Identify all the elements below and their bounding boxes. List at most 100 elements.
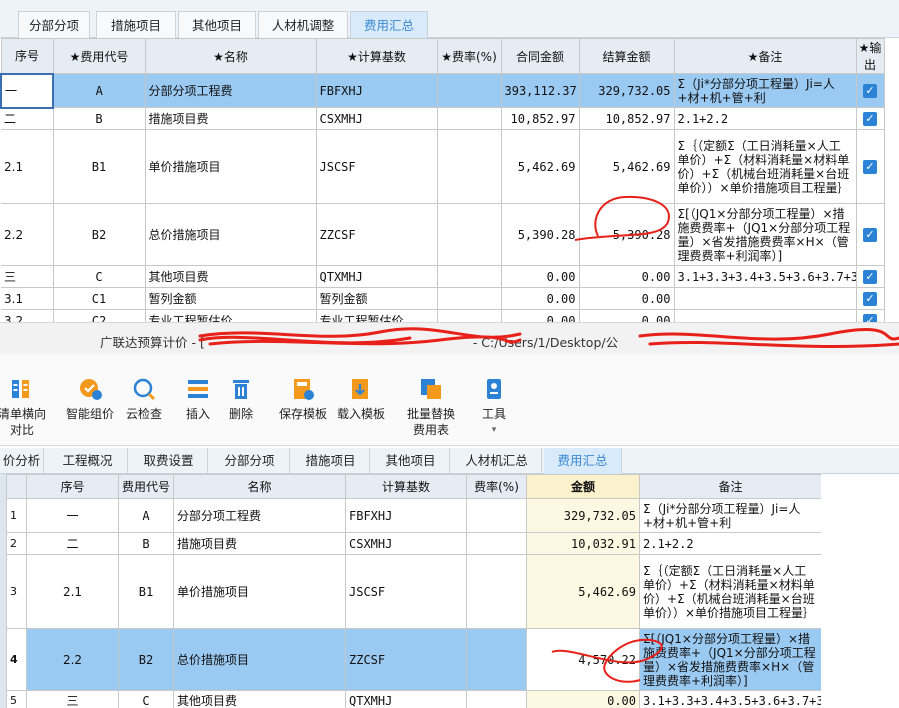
tab-rencaiji-summary[interactable]: 人材机汇总 [452,448,542,474]
cell-base[interactable]: QTXMHJ [345,690,467,708]
cell-rate[interactable] [436,203,502,266]
cell-base[interactable]: FBFXHJ [345,498,467,533]
cell-seq[interactable]: 3.1 [1,287,54,310]
cell-rate[interactable] [466,628,527,691]
cell-name[interactable]: 分部分项工程费 [144,73,317,108]
cell-rate[interactable] [436,129,502,204]
output-checkbox[interactable]: ✓ [863,84,877,98]
cell-code[interactable]: B1 [118,554,174,629]
row-number[interactable]: 1 [6,498,27,533]
output-checkbox[interactable]: ✓ [863,112,877,126]
cloud-check-button[interactable]: 云检查 [122,376,166,422]
cell-output[interactable]: ✓ [855,203,885,266]
cell-output[interactable]: ✓ [855,73,885,108]
tab-cuoshi[interactable]: 措施项目 [292,448,370,474]
col-rate[interactable]: 费率(%) [466,474,527,499]
cell-note[interactable]: Σ[（JQ1×分部分项工程量）×措施费费率+（JQ1×分部分项工程量）×省发措施… [639,628,822,691]
cell-seq[interactable]: 2.1 [1,129,54,204]
cell-note[interactable]: 2.1+2.2 [673,107,857,130]
cell-name[interactable]: 措施项目费 [144,107,317,130]
output-checkbox[interactable]: ✓ [863,160,877,174]
table-row[interactable]: 3.1 C1 暂列金额 暂列金额 0.00 0.00 ✓ [1,287,885,310]
cell-base[interactable]: ZZCSF [345,628,467,691]
cell-output[interactable]: ✓ [855,129,885,204]
cell-name[interactable]: 暂列金额 [144,287,317,310]
cell-seq[interactable]: 2.1 [26,554,119,629]
cell-code[interactable]: C [118,690,174,708]
cell-rate[interactable] [466,498,527,533]
cell-output[interactable]: ✓ [855,107,885,130]
cell-rate[interactable] [436,107,502,130]
cell-output[interactable]: ✓ [855,265,885,288]
cell-code[interactable]: A [118,498,174,533]
cell-seq[interactable]: 二 [26,532,119,555]
table-row[interactable]: 3 2.1 B1 单价措施项目 JSCSF 5,462.69 Σ｛（定额Σ（工日… [6,554,822,629]
tab-qita[interactable]: 其他项目 [372,448,450,474]
cell-code[interactable]: B [52,107,146,130]
table-row[interactable]: 2 二 B 措施项目费 CSXMHJ 10,032.91 2.1+2.2 [6,532,822,555]
cell-code[interactable]: B [118,532,174,555]
table-row[interactable]: 二 B 措施项目费 CSXMHJ 10,852.97 10,852.97 2.1… [1,107,885,130]
tools-button[interactable]: 工具 ▾ [474,376,514,438]
cell-seq[interactable]: 二 [1,107,54,130]
tools-dropdown-caret[interactable]: ▾ [474,422,514,438]
cell-base[interactable]: FBFXHJ [315,73,438,108]
cell-base[interactable]: JSCSF [315,129,438,204]
top-tab-rencaiji[interactable]: 人材机调整 [258,11,348,38]
tab-fenbu[interactable]: 分部分项 [210,448,290,474]
cell-output[interactable]: ✓ [855,287,885,310]
cell-note[interactable]: 3.1+3.3+3.4+3.5+3.6+3.7+3.8 [673,265,857,288]
cell-name[interactable]: 单价措施项目 [144,129,317,204]
cell-base[interactable]: CSXMHJ [345,532,467,555]
col-note[interactable]: ★备注 [673,38,857,74]
table-row[interactable]: 5 三 C 其他项目费 QTXMHJ 0.00 3.1+3.3+3.4+3.5+… [6,690,822,708]
cell-rate[interactable] [436,265,502,288]
output-checkbox[interactable]: ✓ [863,228,877,242]
table-row[interactable]: 三 C 其他项目费 QTXMHJ 0.00 0.00 3.1+3.3+3.4+3… [1,265,885,288]
row-number[interactable]: 2 [6,532,27,555]
col-code[interactable]: ★费用代号 [52,38,146,74]
col-name[interactable]: 名称 [173,474,346,499]
output-checkbox[interactable]: ✓ [863,270,877,284]
col-seq[interactable]: 序号 [0,38,54,74]
cell-note[interactable]: Σ｛（定额Σ（工日消耗量×人工单价）+Σ（材料消耗量×材料单价）+Σ（机械台班消… [639,554,822,629]
cell-seq[interactable]: 三 [1,265,54,288]
cell-rate[interactable] [466,532,527,555]
cell-rate[interactable] [436,73,502,108]
cell-note[interactable]: Σ｛（定额Σ（工日消耗量×人工单价）+Σ（材料消耗量×材料单价）+Σ（机械台班消… [673,129,857,204]
cell-rate[interactable] [436,287,502,310]
load-template-button[interactable]: 载入模板 [334,376,388,422]
col-settle[interactable]: 结算金额 [578,38,675,74]
cell-rate[interactable] [466,690,527,708]
col-contract[interactable]: 合同金额 [500,38,580,74]
cell-base[interactable]: QTXMHJ [315,265,438,288]
col-note[interactable]: 备注 [639,474,822,499]
table-row[interactable]: 2.1 B1 单价措施项目 JSCSF 5,462.69 5,462.69 Σ｛… [1,129,885,204]
col-amount[interactable]: 金额 [526,474,640,499]
cell-rate[interactable] [466,554,527,629]
col-base[interactable]: 计算基数 [345,474,467,499]
cell-seq[interactable]: 三 [26,690,119,708]
cell-base[interactable]: ZZCSF [315,203,438,266]
cell-name[interactable]: 总价措施项目 [144,203,317,266]
col-base[interactable]: ★计算基数 [315,38,438,74]
tab-price-analysis[interactable]: 价分析 [0,448,44,474]
cell-code[interactable]: A [52,73,146,108]
col-name[interactable]: ★名称 [144,38,317,74]
cell-name[interactable]: 其他项目费 [173,690,346,708]
top-tab-qita[interactable]: 其他项目 [178,11,256,38]
cell-seq[interactable]: 一 [26,498,119,533]
insert-button[interactable]: 插入 [180,376,216,422]
cell-name[interactable]: 总价措施项目 [173,628,346,691]
cell-name[interactable]: 其他项目费 [144,265,317,288]
cell-note[interactable]: 2.1+2.2 [639,532,822,555]
tab-fee-settings[interactable]: 取费设置 [130,448,208,474]
cell-seq[interactable]: 2.2 [26,628,119,691]
cell-seq[interactable]: 2.2 [1,203,54,266]
col-rate[interactable]: ★费率(%) [436,38,502,74]
save-template-button[interactable]: 保存模板 [276,376,330,422]
row-number[interactable]: 4 [6,628,27,691]
list-compare-button[interactable]: 清单横向 对比 [0,376,46,438]
top-tab-cuoshi[interactable]: 措施项目 [96,11,176,38]
smart-price-button[interactable]: 智能组价 [64,376,116,422]
